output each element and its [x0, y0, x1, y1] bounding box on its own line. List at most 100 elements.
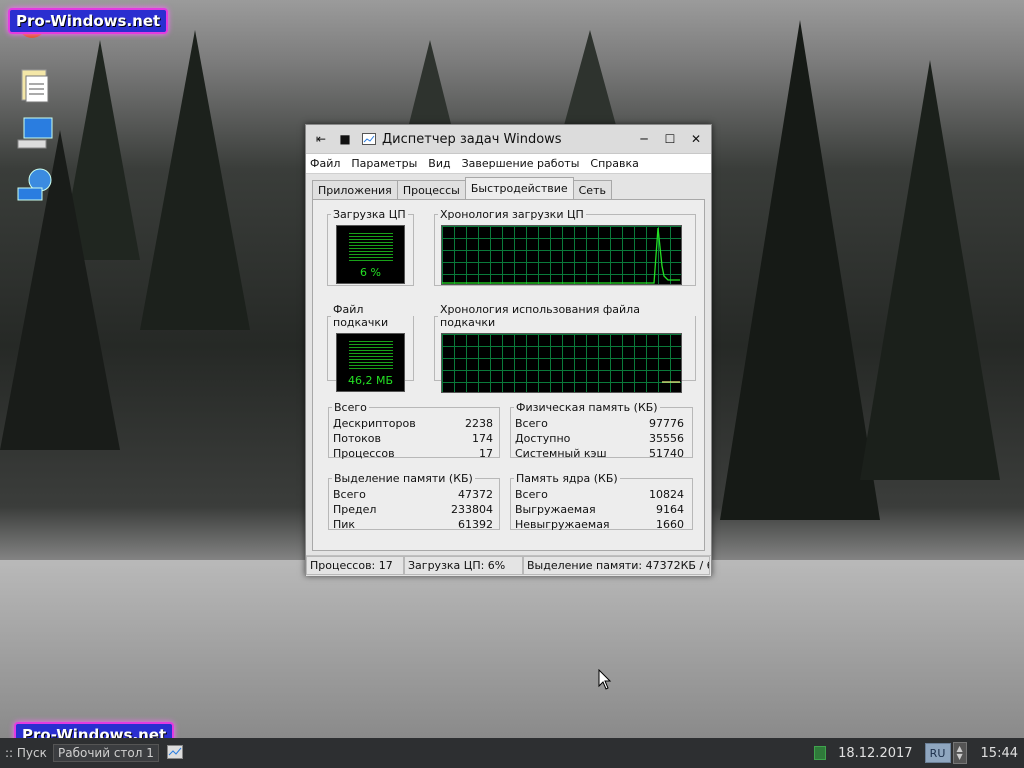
- page-file-bars: [349, 341, 393, 371]
- stat-row: Дескрипторов 2238: [333, 416, 493, 431]
- cpu-usage-group: Загрузка ЦП 6 %: [327, 208, 414, 286]
- taskbar-app-icon[interactable]: [166, 744, 183, 762]
- cpu-usage-value: 6 %: [360, 266, 381, 279]
- close-button[interactable]: ✕: [687, 130, 705, 148]
- menu-bar: Файл Параметры Вид Завершение работы Спр…: [306, 154, 711, 174]
- stat-row: Всего 10824: [515, 487, 684, 502]
- taskbar: :: Пуск Рабочий стол 1 18.12.2017 RU ▲ ▼ …: [0, 738, 1024, 768]
- minimize-button[interactable]: ─: [635, 130, 653, 148]
- totals-list: Дескрипторов 2238 Потоков 174 Процессов 17: [333, 416, 493, 461]
- status-commit: Выделение памяти: 47372КБ / 6: [523, 556, 710, 575]
- stat-row: Пик 61392: [333, 517, 493, 532]
- stat-name: Пик: [333, 518, 356, 531]
- stat-name: Предел: [333, 503, 377, 516]
- physical-memory-group: Физическая память (КБ) Всего 97776 Доступ…: [510, 401, 693, 461]
- network-icon[interactable]: [14, 166, 56, 204]
- menu-file[interactable]: Файл: [310, 157, 340, 170]
- stat-row: Всего 47372: [333, 487, 493, 502]
- tray-clock: 15:44: [980, 745, 1018, 761]
- language-indicator[interactable]: RU: [924, 743, 951, 763]
- stat-name: Выгружаемая: [515, 503, 596, 516]
- stat-name: Всего: [515, 488, 548, 501]
- page-file-history-graph: [441, 333, 682, 393]
- watermark-top: Pro-Windows.net: [8, 8, 169, 34]
- menu-help[interactable]: Справка: [590, 157, 638, 170]
- document-icon[interactable]: [14, 66, 56, 104]
- physical-memory-list: Всего 97776 Доступно 35556 Системный кэш 51…: [515, 416, 684, 461]
- page-file-group: Файл подкачки 46,2 МБ: [327, 303, 414, 392]
- page-file-meter: 46,2 МБ: [336, 333, 405, 392]
- stat-name: Системный кэш: [515, 447, 607, 460]
- stat-row: Системный кэш 51740: [515, 446, 684, 461]
- cpu-usage-bars: [349, 233, 393, 263]
- window-title: Диспетчер задач Windows: [382, 131, 562, 147]
- commit-charge-list: Всего 47372 Предел 233804 Пик 61392: [333, 487, 493, 532]
- stat-value: 2238: [465, 417, 493, 430]
- language-spinner[interactable]: ▲ ▼: [952, 742, 967, 764]
- taskbar-item-desktop[interactable]: Рабочий стол 1: [53, 744, 159, 762]
- stat-value: 9164: [656, 503, 684, 516]
- page-file-label: Файл подкачки: [333, 303, 389, 329]
- kernel-memory-label: Память ядра (КБ): [516, 472, 618, 485]
- tab-applications[interactable]: Приложения: [312, 180, 398, 201]
- battery-icon[interactable]: [814, 746, 827, 760]
- menu-shutdown[interactable]: Завершение работы: [462, 157, 580, 170]
- stat-row: Процессов 17: [333, 446, 493, 461]
- tree-decoration: [860, 60, 1000, 480]
- totals-group: Всего Дескрипторов 2238 Потоков 174 Процес…: [328, 401, 500, 461]
- watermark-bottom: Pro-Windows.net: [14, 722, 175, 738]
- cpu-history-line: [442, 227, 680, 284]
- stat-name: Процессов: [333, 447, 395, 460]
- tree-decoration: [720, 20, 880, 520]
- maximize-button[interactable]: ☐: [661, 130, 679, 148]
- computer-icon[interactable]: [14, 114, 56, 152]
- window-app-icon: [360, 130, 378, 148]
- stat-value: 233804: [451, 503, 493, 516]
- stat-value: 47372: [458, 488, 493, 501]
- stat-value: 51740: [649, 447, 684, 460]
- menu-options[interactable]: Параметры: [351, 157, 417, 170]
- tab-networking[interactable]: Сеть: [572, 180, 612, 201]
- stat-row: Выгружаемая 9164: [515, 502, 684, 517]
- cpu-history-group: Хронология загрузки ЦП: [434, 208, 696, 286]
- page-file-history-group: Хронология использования файла подкачки: [434, 303, 696, 393]
- kernel-memory-list: Всего 10824 Выгружаемая 9164 Невыгружаемая…: [515, 487, 684, 532]
- tab-strip: Приложения Процессы Быстродействие Сеть: [312, 177, 612, 202]
- stat-value: 1660: [656, 518, 684, 531]
- mouse-cursor-icon: [598, 669, 612, 690]
- cpu-usage-meter: 6 %: [336, 225, 405, 284]
- stat-row: Предел 233804: [333, 502, 493, 517]
- pin-icon[interactable]: ⇤: [312, 130, 330, 148]
- status-cpu: Загрузка ЦП: 6%: [404, 556, 523, 575]
- cpu-history-graph: [441, 225, 682, 285]
- stat-name: Невыгружаемая: [515, 518, 610, 531]
- page-file-history-line: [662, 381, 680, 383]
- commit-charge-label: Выделение памяти (КБ): [334, 472, 473, 485]
- stat-name: Всего: [333, 488, 366, 501]
- tree-decoration: [140, 30, 250, 330]
- snow-ground: [0, 560, 1024, 738]
- cpu-usage-label: Загрузка ЦП: [333, 208, 406, 221]
- title-bar[interactable]: ⇤ ■ Диспетчер задач Windows ─ ☐ ✕: [306, 125, 711, 154]
- status-processes: Процессов: 17: [306, 556, 404, 575]
- start-button[interactable]: :: Пуск: [0, 746, 51, 760]
- commit-charge-group: Выделение памяти (КБ) Всего 47372 Предел 2…: [328, 472, 500, 532]
- stat-name: Всего: [515, 417, 548, 430]
- tab-processes[interactable]: Процессы: [396, 180, 466, 201]
- performance-panel: Загрузка ЦП 6 % Хронология загрузки ЦП Ф…: [312, 199, 705, 551]
- task-manager-window: ⇤ ■ Диспетчер задач Windows ─ ☐ ✕ Файл П…: [305, 124, 712, 576]
- stat-name: Дескрипторов: [333, 417, 416, 430]
- system-tray: 18.12.2017 RU ▲ ▼ 15:44: [814, 738, 1024, 768]
- stat-value: 17: [479, 447, 493, 460]
- stop-icon[interactable]: ■: [336, 130, 354, 148]
- tray-date: 18.12.2017: [838, 745, 913, 761]
- stat-value: 10824: [649, 488, 684, 501]
- page-file-history-label: Хронология использования файла подкачки: [440, 303, 640, 329]
- stat-row: Потоков 174: [333, 431, 493, 446]
- cpu-history-label: Хронология загрузки ЦП: [440, 208, 584, 221]
- totals-label: Всего: [334, 401, 367, 414]
- stat-value: 174: [472, 432, 493, 445]
- menu-view[interactable]: Вид: [428, 157, 450, 170]
- physical-memory-label: Физическая память (КБ): [516, 401, 658, 414]
- stat-row: Невыгружаемая 1660: [515, 517, 684, 532]
